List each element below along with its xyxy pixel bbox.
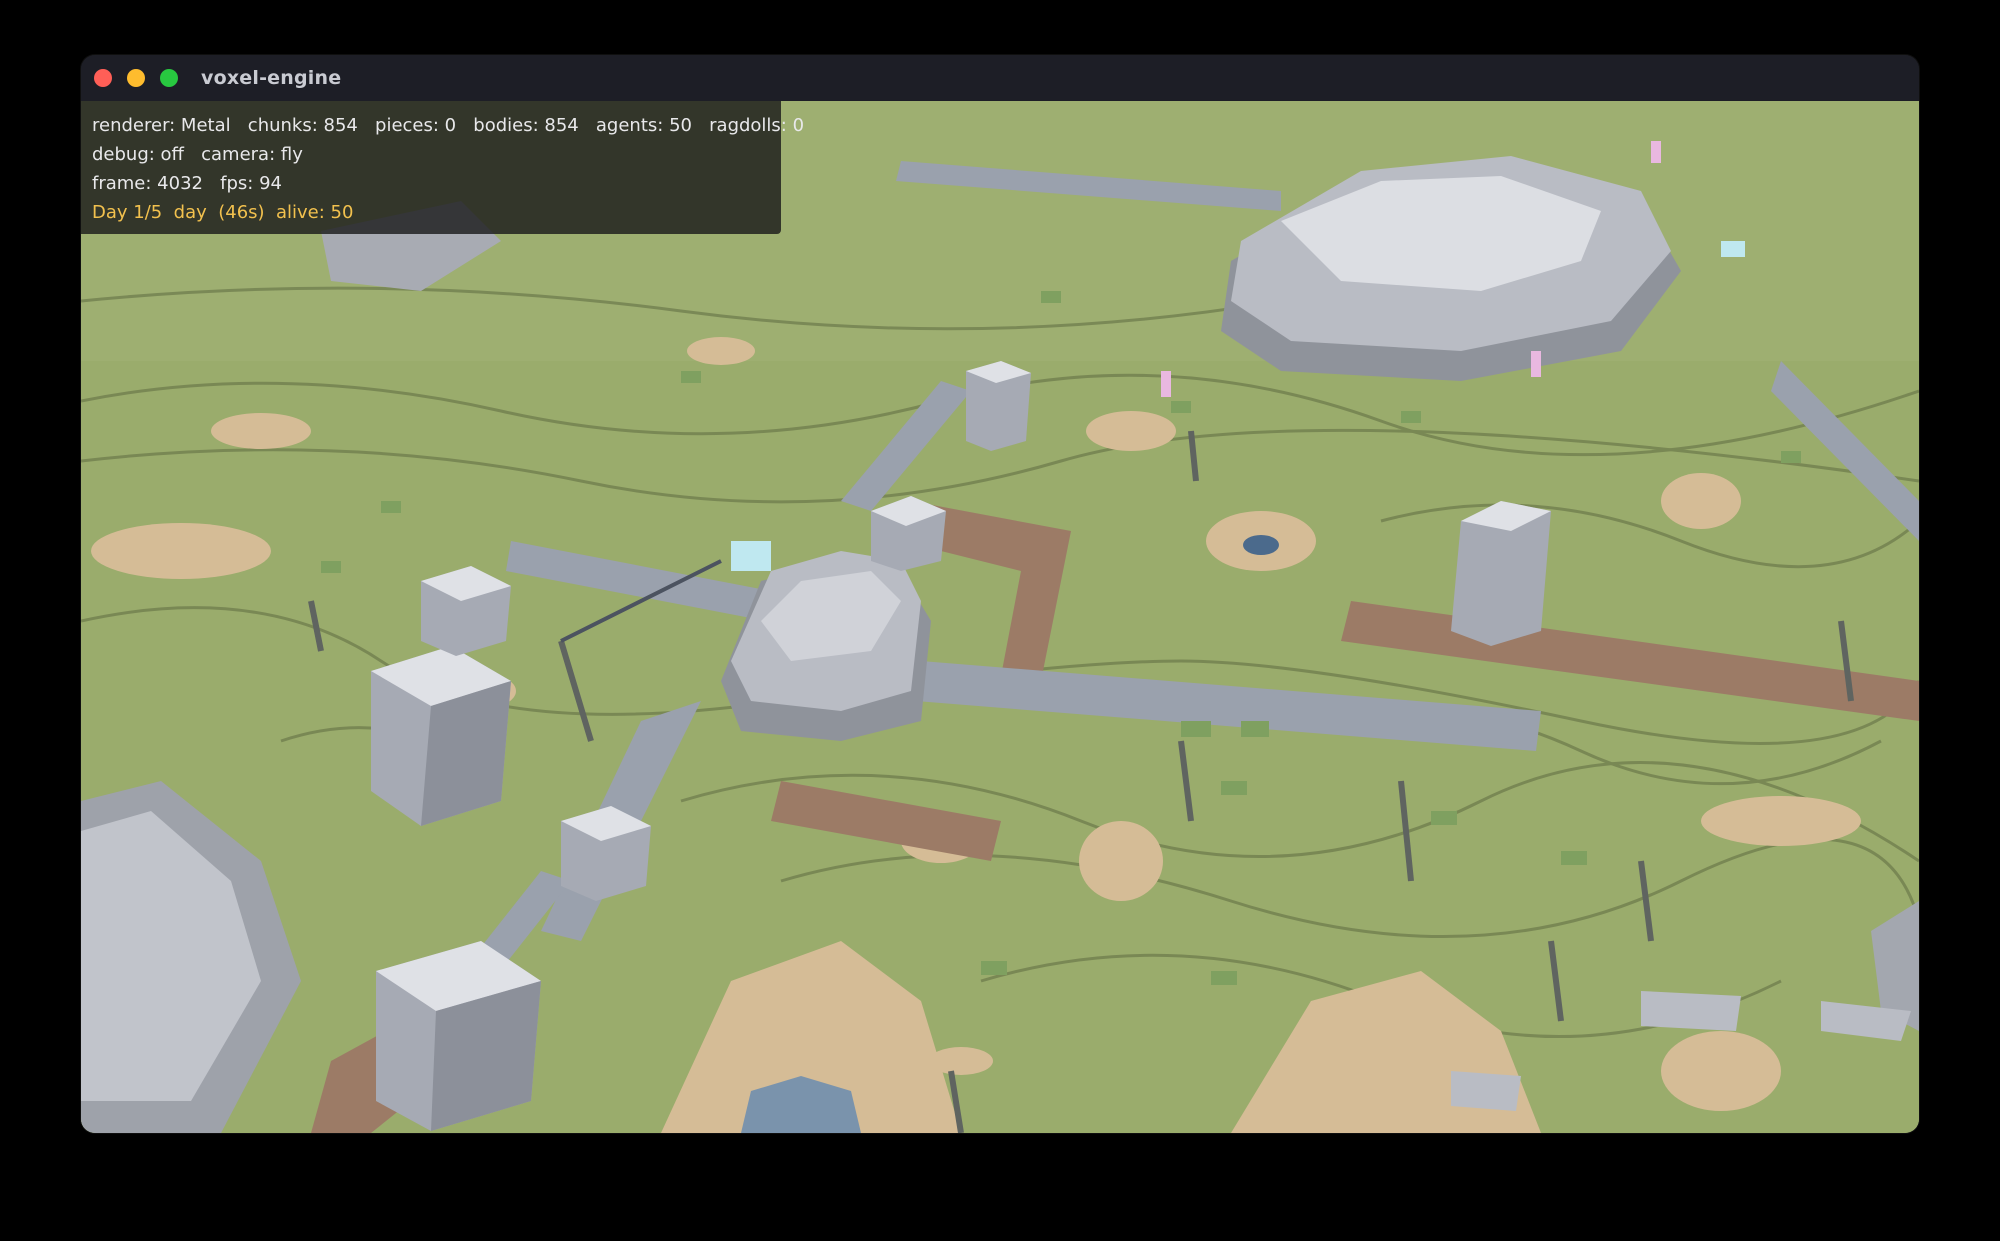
hud-frame-fps: frame: 4032 fps: 94 <box>92 173 282 194</box>
close-dot-icon[interactable] <box>94 69 112 87</box>
titlebar[interactable]: voxel-engine <box>81 55 1919 101</box>
hud-renderer-stats: renderer: Metal chunks: 854 pieces: 0 bo… <box>92 115 805 136</box>
glowing-block <box>731 541 771 571</box>
glowing-block-distant <box>1721 241 1745 257</box>
maximize-dot-icon[interactable] <box>160 69 178 87</box>
hud-day-status: Day 1/5 day (46s) alive: 50 <box>92 202 354 223</box>
app-window: voxel-engine renderer: Metal chunks: 854… <box>81 55 1919 1133</box>
minimize-dot-icon[interactable] <box>127 69 145 87</box>
water-puddle <box>1243 535 1279 555</box>
small-building-3 <box>871 496 946 571</box>
debug-hud-overlay: renderer: Metal chunks: 854 pieces: 0 bo… <box>81 101 805 234</box>
small-building-2 <box>561 806 651 901</box>
tall-building-2 <box>376 941 541 1131</box>
game-viewport[interactable]: renderer: Metal chunks: 854 pieces: 0 bo… <box>81 101 1919 1133</box>
small-building-4 <box>966 361 1031 451</box>
tall-building-3 <box>1451 501 1551 646</box>
hud-debug-camera: debug: off camera: fly <box>92 144 303 165</box>
window-title: voxel-engine <box>201 67 342 89</box>
tall-building-1 <box>371 646 511 826</box>
voxel-world-scene <box>81 101 1919 1133</box>
small-building-1 <box>421 566 511 656</box>
